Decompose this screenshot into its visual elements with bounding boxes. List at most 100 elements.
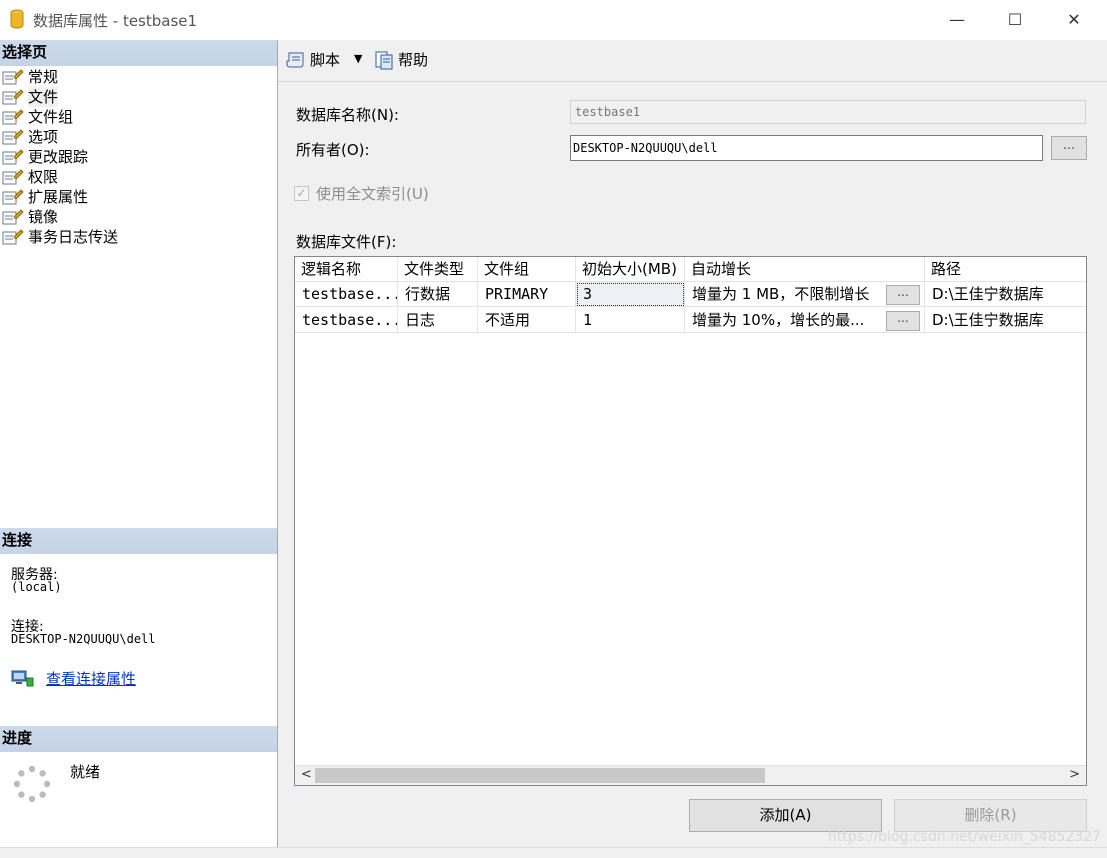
script-icon [286, 52, 304, 67]
database-files-grid[interactable]: 逻辑名称 文件类型 文件组 初始大小(MB) 自动增长 路径 testbase... 行数据 P… [294, 256, 1087, 786]
autogrowth-browse-button[interactable]: ... [886, 285, 920, 305]
cell-file-type[interactable]: 日志 [398, 308, 478, 333]
autogrowth-browse-button[interactable]: ... [886, 311, 920, 331]
remove-button[interactable]: 删除(R) [894, 799, 1087, 832]
page-wrench-icon [2, 209, 24, 225]
cell-text: 增量为 1 MB，不限制增长 [692, 285, 870, 303]
window-title: 数据库属性 - testbase1 [33, 12, 198, 30]
connection-header: 连接 [0, 528, 277, 554]
close-icon: ✕ [1067, 10, 1081, 29]
table-row[interactable]: testbase... 日志 不适用 1 增量为 10%，增长的最...... D:\王佳… [295, 308, 1086, 333]
cell-path[interactable]: D:\王佳宁数据库 [925, 308, 1086, 333]
page-label: 事务日志传送 [28, 228, 119, 246]
progress-spinner-icon [13, 765, 51, 803]
page-item[interactable]: 常规 [2, 67, 118, 87]
column-header[interactable]: 初始大小(MB) [576, 257, 685, 282]
help-label: 帮助 [398, 51, 429, 69]
cell-text: 日志 [405, 311, 436, 329]
page-item[interactable]: 权限 [2, 167, 118, 187]
cell-filegroup[interactable]: PRIMARY [478, 282, 576, 307]
column-header[interactable]: 逻辑名称 [295, 257, 398, 282]
scrollbar-thumb[interactable] [315, 768, 765, 783]
column-header[interactable]: 自动增长 [685, 257, 925, 282]
page-label: 常规 [28, 68, 59, 86]
minimize-button[interactable]: — [928, 0, 986, 40]
watermark: https://blog.csdn.net/weixin_54852327 [828, 829, 1102, 845]
add-button[interactable]: 添加(A) [689, 799, 882, 832]
cell-initial-size[interactable]: 1 [576, 308, 685, 333]
fulltext-label: 使用全文索引(U) [316, 185, 429, 203]
cell-text: PRIMARY [485, 285, 549, 303]
page-label: 权限 [28, 168, 59, 186]
page-label: 镜像 [28, 208, 59, 226]
scroll-left-icon[interactable]: < [301, 767, 312, 782]
fulltext-checkbox: ✓ [294, 186, 309, 201]
page-label: 文件 [28, 87, 59, 107]
help-icon [375, 51, 393, 69]
cell-autogrowth[interactable]: 增量为 1 MB，不限制增长... [685, 282, 925, 307]
scroll-right-icon[interactable]: > [1069, 767, 1080, 782]
cell-path[interactable]: D:\王佳宁数据库 [925, 282, 1086, 307]
select-page-header: 选择页 [0, 40, 277, 66]
page-item[interactable]: 事务日志传送 [2, 227, 118, 247]
page-wrench-icon [2, 89, 24, 105]
cell-text: D:\王佳宁数据库 [932, 285, 1044, 303]
page-item[interactable]: 更改跟踪 [2, 147, 118, 167]
script-label: 脚本 [310, 51, 341, 69]
cell-logical-name[interactable]: testbase... [295, 282, 398, 307]
column-header[interactable]: 路径 [925, 257, 1086, 282]
left-pane: 选择页 常规 文件 文件组 选项 更改跟踪 权限 扩展属性 镜像 事务日志传送 连接 服务器: … [0, 40, 278, 847]
column-header[interactable]: 文件类型 [398, 257, 478, 282]
cell-text: testbase... [302, 311, 398, 329]
page-item[interactable]: 镜像 [2, 207, 118, 227]
table-row[interactable]: testbase... 行数据 PRIMARY 3 增量为 1 MB，不限制增长... D… [295, 282, 1086, 307]
toolbar: 脚本 ▼ 帮助 [278, 40, 1107, 82]
status-bar [0, 847, 1107, 858]
page-wrench-icon [2, 189, 24, 205]
view-connection-properties-link[interactable]: 查看连接属性 [46, 668, 136, 689]
page-wrench-icon [2, 169, 24, 185]
cell-text: 不适用 [485, 311, 531, 329]
cell-filegroup[interactable]: 不适用 [478, 308, 576, 333]
page-label: 选项 [28, 128, 59, 146]
page-item[interactable]: 文件组 [2, 107, 118, 127]
cell-text: D:\王佳宁数据库 [932, 311, 1044, 329]
cell-text: 行数据 [405, 285, 451, 303]
page-label: 扩展属性 [28, 188, 89, 206]
cell-text: 1 [583, 311, 593, 329]
connection-value: DESKTOP-N2QUUQU\dell [11, 632, 156, 646]
close-button[interactable]: ✕ [1045, 0, 1103, 40]
page-wrench-icon [2, 69, 24, 85]
page-wrench-icon [2, 149, 24, 165]
page-item[interactable]: 文件 [2, 87, 118, 107]
cell-autogrowth[interactable]: 增量为 10%，增长的最...... [685, 308, 925, 333]
minimize-icon: — [949, 10, 965, 29]
connection-properties-icon [11, 670, 34, 687]
script-button[interactable]: 脚本 [286, 49, 340, 70]
owner-label: 所有者(O): [296, 141, 370, 159]
cell-text: testbase... [302, 285, 398, 303]
owner-field[interactable]: DESKTOP-N2QUUQU\dell [570, 135, 1043, 161]
page-list: 常规 文件 文件组 选项 更改跟踪 权限扩展属性镜像事务日志传送 [2, 67, 118, 247]
horizontal-scrollbar[interactable]: < > [295, 765, 1086, 785]
owner-browse-button[interactable]: ... [1051, 136, 1087, 160]
cell-file-type[interactable]: 行数据 [398, 282, 478, 307]
maximize-icon: ☐ [1007, 10, 1023, 29]
cell-logical-name[interactable]: testbase... [295, 308, 398, 333]
progress-status: 就绪 [70, 763, 101, 781]
maximize-button[interactable]: ☐ [986, 0, 1044, 40]
right-pane: 脚本 ▼ 帮助 数据库名称(N): testbase1 所有者(O): DESK… [278, 40, 1107, 847]
page-item[interactable]: 选项 [2, 127, 118, 147]
column-header[interactable]: 文件组 [478, 257, 576, 282]
server-value: (local) [11, 580, 62, 594]
script-dropdown-icon[interactable]: ▼ [354, 52, 362, 65]
page-item[interactable]: 扩展属性 [2, 187, 118, 207]
cell-text: 增量为 10%，增长的最... [692, 311, 865, 329]
dbname-label: 数据库名称(N): [296, 106, 399, 124]
dbname-field: testbase1 [570, 100, 1086, 124]
database-files-label: 数据库文件(F): [296, 233, 397, 251]
database-icon [10, 9, 24, 29]
cell-initial-size[interactable]: 3 [576, 282, 685, 307]
help-button[interactable]: 帮助 [374, 49, 428, 70]
grid-header-row: 逻辑名称 文件类型 文件组 初始大小(MB) 自动增长 路径 [295, 257, 1086, 282]
